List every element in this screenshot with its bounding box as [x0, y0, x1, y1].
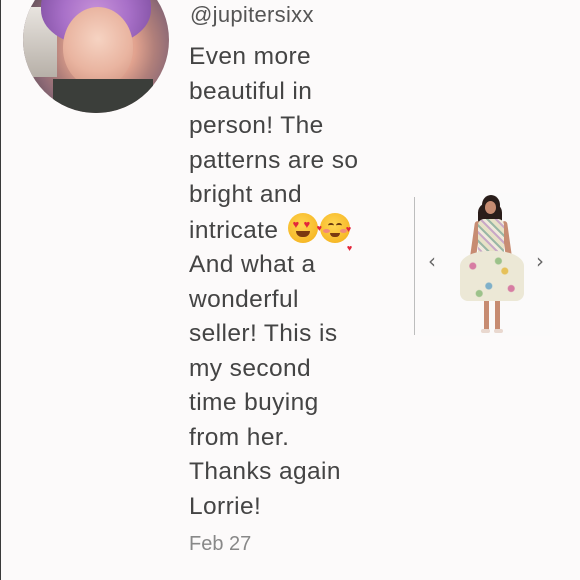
chevron-right-icon[interactable]: ›	[536, 251, 544, 271]
comment-line: Even more	[189, 43, 312, 70]
comment-line: wonderful	[189, 285, 299, 313]
comment-text: Even more beautiful in person! The patte…	[189, 40, 399, 524]
username-link[interactable]: @jupitersixx	[190, 2, 314, 28]
model-shoe	[481, 329, 490, 333]
chevron-left-icon[interactable]: ‹	[428, 251, 436, 271]
comment-line: time buying	[189, 389, 319, 416]
product-image-carousel[interactable]: ‹ ›	[414, 193, 552, 336]
avatar-shirt	[53, 79, 153, 113]
model-leg	[484, 299, 489, 331]
comment-timestamp: Feb 27	[189, 533, 252, 555]
avatar[interactable]	[23, 0, 169, 113]
comment-line: Thanks again	[189, 458, 341, 485]
comment-line: beautiful in	[189, 77, 313, 105]
smiling-face-with-hearts-emoji-icon: ♥ ♥ ♥	[317, 212, 352, 253]
comment-line: Lorrie!	[189, 492, 262, 520]
dress-skirt	[460, 251, 524, 301]
model-shoe	[494, 329, 503, 333]
avatar-face	[63, 7, 133, 87]
heart-eyes-emoji-icon: ♥ ♥	[287, 212, 318, 243]
dress-bodice	[478, 219, 504, 255]
comment-line: person! The	[189, 112, 324, 139]
comment-line: And what a	[189, 251, 316, 278]
model-face	[485, 201, 496, 214]
product-photo[interactable]	[420, 193, 552, 336]
comment-line: from her.	[189, 423, 290, 451]
comment-line: bright and	[189, 181, 302, 208]
comment-line-with-emoji: intricate ♥ ♥ ♥ ♥ ♥	[189, 212, 399, 253]
comment-line: my second	[189, 354, 312, 382]
comment-line: patterns are so	[189, 146, 359, 174]
comment-line: intricate	[189, 216, 279, 244]
left-border	[0, 0, 1, 580]
model-leg	[495, 299, 500, 331]
carousel-divider	[414, 197, 415, 335]
comment-line: seller! This is	[189, 320, 338, 347]
